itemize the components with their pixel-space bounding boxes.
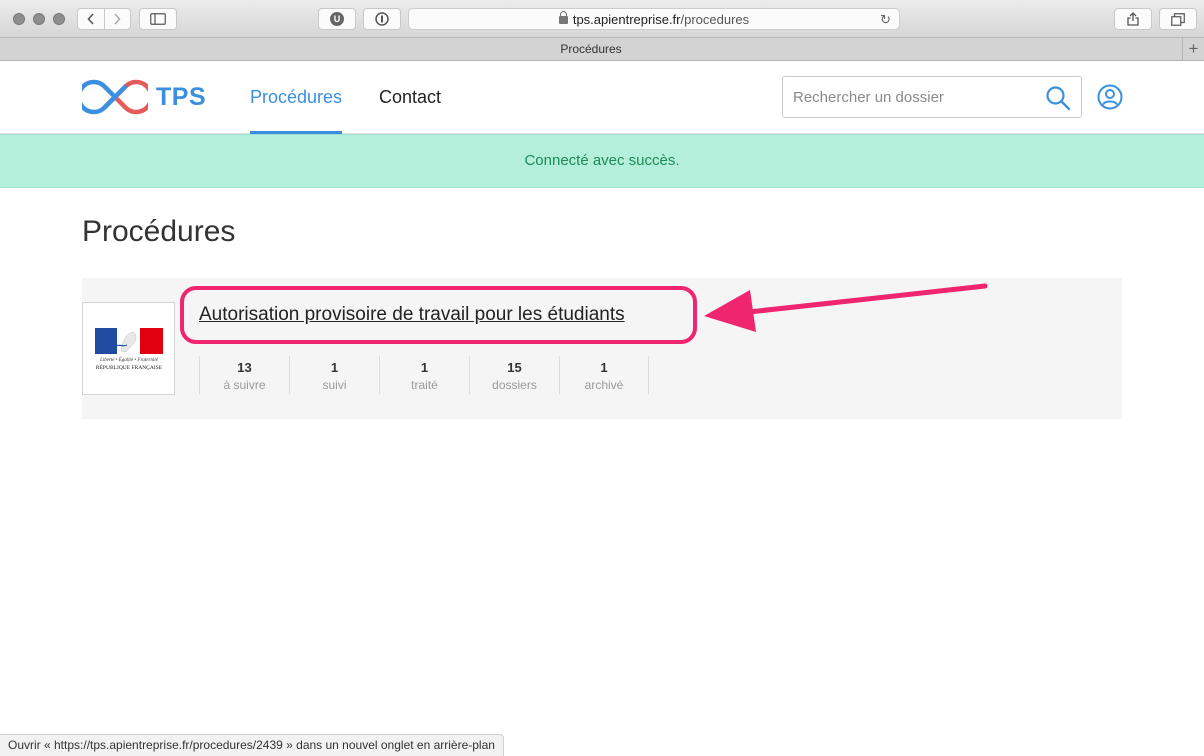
stat-label: archivé [584, 378, 624, 392]
nav-contact-link[interactable]: Contact [379, 87, 441, 108]
stat-traite[interactable]: 1 traité [379, 356, 469, 394]
1password-icon [375, 12, 389, 26]
address-bar[interactable]: tps.apientreprise.fr/procedures ↻ [408, 8, 900, 30]
browser-status-bar: Ouvrir « https://tps.apientreprise.fr/pr… [0, 734, 504, 756]
logo-motto: Liberté • Égalité • Fraternité [99, 357, 159, 363]
forward-button[interactable] [103, 9, 131, 29]
page-title: Procédures [82, 215, 236, 248]
flash-success-message: Connecté avec succès. [0, 134, 1204, 188]
stat-value: 1 [420, 360, 429, 375]
stat-suivi[interactable]: 1 suivi [289, 356, 379, 394]
zoom-window-button[interactable] [53, 13, 65, 25]
stat-archive[interactable]: 1 archivé [559, 356, 649, 394]
stat-label: dossiers [492, 378, 537, 392]
close-window-button[interactable] [13, 13, 25, 25]
procedure-logo: Liberté • Égalité • Fraternité RÉPUBLIQU… [82, 302, 175, 395]
stat-a-suivre[interactable]: 13 à suivre [199, 356, 289, 394]
tabs-icon [1171, 12, 1185, 26]
stat-value: 15 [507, 360, 522, 375]
new-tab-button[interactable]: + [1182, 38, 1204, 61]
tabs-overview-button[interactable] [1159, 8, 1197, 30]
annotation-arrow-icon [704, 283, 988, 332]
stat-label: suivi [322, 378, 347, 392]
sidebar-icon [150, 13, 166, 25]
tps-logo[interactable]: TPS [82, 77, 206, 117]
stat-label: à suivre [223, 378, 266, 392]
annotation-highlight-box [180, 286, 697, 344]
url-path: /procedures [680, 11, 750, 27]
procedure-stats: 13 à suivre 1 suivi 1 traité 15 dossiers… [199, 356, 649, 394]
history-nav [77, 8, 131, 30]
stat-dossiers[interactable]: 15 dossiers [469, 356, 559, 394]
nav-procedures-link[interactable]: Procédures [250, 87, 343, 134]
stat-value: 13 [237, 360, 252, 375]
lock-icon [558, 11, 568, 24]
search-icon[interactable] [1045, 85, 1071, 116]
search-input[interactable] [783, 77, 1043, 117]
stat-value: 1 [330, 360, 339, 375]
minimize-window-button[interactable] [33, 13, 45, 25]
chevron-right-icon [114, 13, 121, 25]
tps-logo-icon [82, 79, 148, 115]
url-domain: tps.apientreprise.fr [572, 11, 681, 27]
marianne-logo-image: Liberté • Égalité • Fraternité RÉPUBLIQU… [95, 328, 163, 371]
tab-active[interactable]: Procédures [0, 38, 1182, 61]
logo-caption: RÉPUBLIQUE FRANÇAISE [96, 363, 163, 371]
ublock-icon: U [330, 12, 344, 26]
extension-ublock-button[interactable]: U [318, 8, 356, 30]
browser-toolbar: U tps.apientreprise.fr/procedures ↻ [0, 0, 1204, 38]
share-icon [1127, 12, 1139, 26]
user-account-icon[interactable] [1097, 84, 1123, 115]
stat-label: traité [411, 378, 438, 392]
logo-text: TPS [156, 82, 207, 111]
extension-1password-button[interactable] [363, 8, 401, 30]
stat-value: 1 [600, 360, 608, 375]
tab-bar: Procédures + [0, 38, 1204, 61]
chevron-left-icon [87, 13, 94, 25]
back-button[interactable] [78, 9, 104, 29]
sidebar-toggle-button[interactable] [139, 8, 177, 30]
reload-icon[interactable]: ↻ [880, 12, 891, 28]
site-header: TPS Procédures Contact [0, 61, 1204, 134]
share-button[interactable] [1114, 8, 1152, 30]
search-box [782, 76, 1082, 118]
